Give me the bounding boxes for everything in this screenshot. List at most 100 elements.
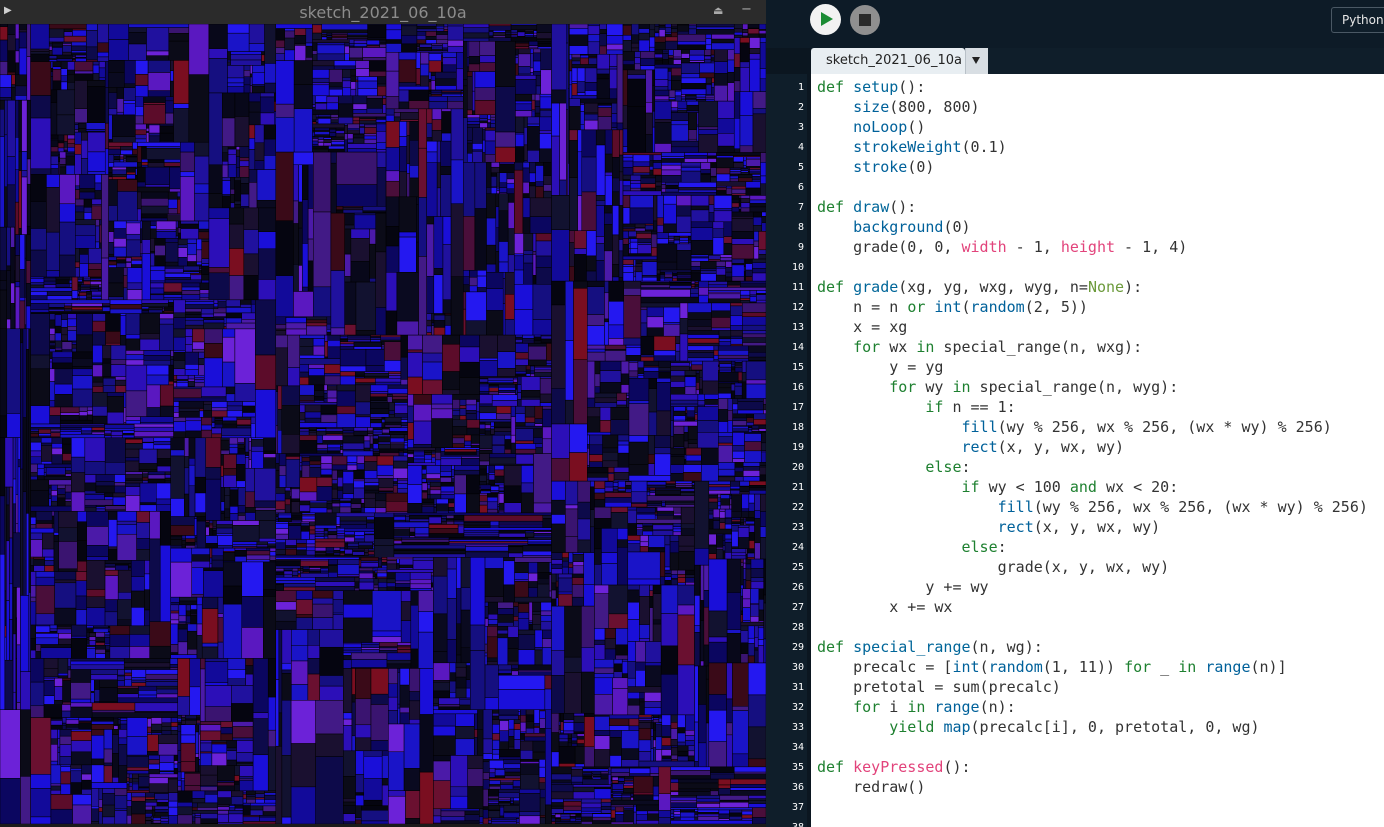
sketch-cell <box>344 228 352 255</box>
sketch-cell <box>295 617 313 630</box>
sketch-cell <box>12 503 17 534</box>
sketch-cell <box>225 393 236 402</box>
sketch-cell <box>177 724 182 733</box>
sketch-cell <box>476 275 487 288</box>
sketch-cell <box>87 131 106 153</box>
sketch-cell <box>515 75 537 80</box>
sketch-cell <box>151 717 163 725</box>
sketch-cell <box>164 268 184 274</box>
sketch-cell <box>347 543 359 547</box>
sketch-cell <box>370 384 389 392</box>
sketch-cell <box>409 531 416 537</box>
sketch-cell <box>479 816 484 823</box>
sketch-cell <box>51 511 55 517</box>
sketch-cell <box>489 520 500 527</box>
sketch-cell <box>638 24 650 29</box>
minus-icon[interactable]: − <box>741 2 753 17</box>
sketch-cell <box>503 763 521 769</box>
sketch-cell <box>443 29 449 32</box>
sketch-cell <box>296 547 307 551</box>
sketch-cell <box>91 806 100 810</box>
sketch-cell <box>255 354 277 390</box>
sketch-cell <box>634 51 641 58</box>
sketch-cell <box>120 146 133 151</box>
sketch-cell <box>403 723 421 769</box>
sketch-cell <box>448 537 529 540</box>
sketch-cell <box>515 358 529 366</box>
sketch-cell <box>211 416 216 423</box>
sketch-cell <box>144 560 150 575</box>
sketch-cell <box>30 596 37 603</box>
sketch-cell <box>200 724 222 732</box>
sketch-cell <box>250 423 256 439</box>
sketch-cell <box>472 90 476 112</box>
sketch-cell <box>727 82 735 102</box>
sketch-cell <box>410 648 419 669</box>
sketch-cell <box>609 66 618 70</box>
sketch-cell <box>128 43 147 61</box>
sketch-cell <box>163 162 181 167</box>
sketch-cell <box>492 724 500 734</box>
sketch-cell <box>312 140 319 145</box>
sketch-cell <box>30 601 37 626</box>
sketch-cell <box>368 71 387 77</box>
sketch-cell <box>372 448 380 452</box>
sketch-titlebar[interactable]: ▶ sketch_2021_06_10a ⏏ − <box>0 0 766 24</box>
sketch-cell <box>499 720 509 731</box>
sketch-cell <box>59 431 82 435</box>
sketch-cell <box>378 559 383 567</box>
sketch-cell <box>126 756 149 768</box>
sketch-cell <box>170 455 185 499</box>
sketch-cell <box>419 47 432 51</box>
sketch-cell <box>128 777 133 783</box>
sketch-cell <box>343 649 362 654</box>
sketch-cell <box>688 138 698 142</box>
sketch-cell <box>464 814 480 821</box>
sketch-cell <box>211 743 227 754</box>
sketch-cell <box>386 560 397 565</box>
sketch-cell <box>338 95 354 105</box>
sketch-cell <box>111 166 127 171</box>
sketch-cell <box>169 664 178 668</box>
sketch-cell <box>57 147 65 153</box>
sketch-cell <box>484 643 488 654</box>
sketch-cell <box>536 24 552 33</box>
sketch-cell <box>364 507 376 514</box>
sketch-cell <box>497 626 509 631</box>
sketch-cell <box>205 520 210 523</box>
sketch-cell <box>241 312 256 320</box>
sketch-cell <box>254 500 277 508</box>
sketch-cell <box>344 212 355 226</box>
sketch-cell <box>275 47 285 54</box>
sketch-cell <box>441 132 452 142</box>
eject-icon[interactable]: ⏏ <box>713 4 725 18</box>
sketch-cell <box>739 145 754 153</box>
sketch-cell <box>158 734 178 745</box>
sketch-cell <box>225 322 256 330</box>
sketch-cell <box>293 60 313 85</box>
sketch-cell <box>30 527 55 534</box>
sketch-cell <box>372 451 380 454</box>
sketch-cell <box>514 309 534 336</box>
sketch-cell <box>622 64 635 71</box>
sketch-cell <box>43 463 72 468</box>
sketch-cell <box>239 776 254 780</box>
sketch-cell <box>670 120 689 126</box>
sketch-cell <box>84 437 106 462</box>
sketch-cell <box>386 586 396 591</box>
sketch-cell <box>503 485 522 503</box>
sketch-cell <box>52 80 62 91</box>
sketch-cell <box>251 451 264 469</box>
sketch-cell <box>30 201 47 229</box>
sketch-cell <box>227 154 237 165</box>
sketch-cell <box>459 399 467 406</box>
sketch-cell <box>433 504 437 508</box>
sketch-cell <box>299 384 315 396</box>
sketch-cell <box>231 703 254 722</box>
sketch-cell <box>543 175 552 185</box>
sketch-cell <box>51 47 63 56</box>
sketch-cell <box>173 312 186 318</box>
sketch-cell <box>302 567 310 570</box>
sketch-cell <box>519 788 541 794</box>
sketch-cell <box>354 212 376 216</box>
